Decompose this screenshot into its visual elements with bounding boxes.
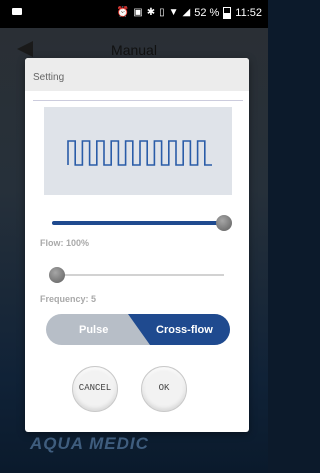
flow-label: Flow: 100% <box>40 238 90 248</box>
mode-option-cross-flow[interactable]: Cross-flow <box>156 324 213 336</box>
bluetooth-icon: ✱ <box>146 7 156 18</box>
pulse-wave-icon <box>67 140 212 166</box>
mode-option-pulse[interactable]: Pulse <box>79 324 108 336</box>
wifi-icon: ▼ <box>168 7 179 18</box>
mode-toggle[interactable]: Pulse Cross-flow <box>46 314 230 345</box>
page-title: Manual <box>111 42 157 58</box>
dialog-header: Setting <box>25 58 249 91</box>
ok-button[interactable]: OK <box>141 366 187 412</box>
divider <box>33 100 243 101</box>
status-bar: ⏰ ▣ ✱ ▯ ▼ ◢ 52 % 11:52 <box>0 0 268 28</box>
screenshot-icon: ▣ <box>133 7 143 18</box>
cancel-button[interactable]: CANCEL <box>72 366 118 412</box>
flow-slider-thumb[interactable] <box>216 215 232 231</box>
flow-slider-fill <box>52 221 224 225</box>
aqua-medic-logo: AQUA MEDIC <box>30 434 149 453</box>
frequency-slider[interactable] <box>48 265 224 285</box>
video-icon <box>12 8 22 15</box>
waveform-preview <box>44 107 232 195</box>
dialog-title: Setting <box>33 72 65 83</box>
flow-slider[interactable] <box>52 213 232 233</box>
frequency-label: Frequency: 5 <box>40 294 97 304</box>
vibrate-icon: ▯ <box>159 7 165 18</box>
battery-percent: 52 % <box>194 7 220 19</box>
clock: 11:52 <box>235 7 262 19</box>
signal-icon: ◢ <box>182 7 191 18</box>
battery-icon <box>223 7 232 19</box>
alarm-icon: ⏰ <box>116 7 130 18</box>
setting-dialog: Setting Flow: 100% Frequency: 5 Pulse Cr… <box>25 58 249 432</box>
frequency-slider-thumb[interactable] <box>48 267 65 283</box>
